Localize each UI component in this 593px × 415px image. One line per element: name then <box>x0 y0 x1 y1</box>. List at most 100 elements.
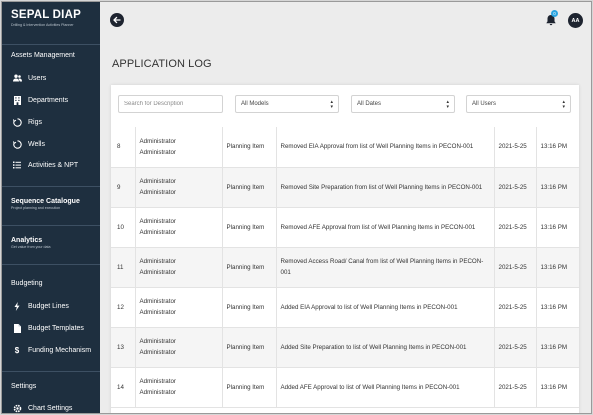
page-title: APPLICATION LOG <box>112 58 212 70</box>
sidebar-item-sequence-catalogue[interactable]: Sequence Catalogue Project planning and … <box>2 198 100 210</box>
table-row[interactable]: 10 Administrator Administrator Planning I… <box>111 207 579 247</box>
row-user: Administrator Administrator <box>135 167 223 207</box>
row-user-line: Administrator <box>139 148 176 156</box>
sidebar-divider <box>2 186 100 187</box>
log-card: All Models ▴▾ All Dates ▴▾ All Users ▴▾ <box>111 85 579 413</box>
row-user-line: Administrator <box>139 298 176 305</box>
row-time: 13:16 PM <box>540 183 567 191</box>
file-icon <box>12 323 22 333</box>
search-field[interactable] <box>118 95 223 113</box>
sidebar-item-budget-lines[interactable]: Budget Lines <box>2 299 100 313</box>
row-user: Administrator Administrator <box>135 127 223 167</box>
sequence-title: Sequence Catalogue <box>11 198 80 205</box>
analytics-subtitle: Get value from your data <box>11 245 51 249</box>
app-subtitle: Drilling & Intervention Activities Plann… <box>11 23 74 27</box>
app-window: SEPAL DIAP Drilling & Intervention Activ… <box>1 1 592 414</box>
sidebar-item-label: Users <box>28 74 47 82</box>
assets-section-title: Assets Management <box>11 52 75 59</box>
sidebar-divider <box>2 371 100 372</box>
row-id: 9 <box>111 167 136 207</box>
log-table-container[interactable]: 8 Administrator Administrator Planning It… <box>111 127 579 413</box>
row-id: 10 <box>111 207 136 247</box>
sidebar-item-users[interactable]: Users <box>2 71 100 85</box>
users-icon <box>12 73 22 83</box>
analytics-title: Analytics <box>11 237 43 244</box>
log-table: 8 Administrator Administrator Planning It… <box>111 127 579 408</box>
table-row[interactable]: 11 Administrator Administrator Planning I… <box>111 247 579 287</box>
row-description: Removed AFE Approval from list of Well P… <box>276 207 495 247</box>
row-description: Removed EIA Approval from list of Well P… <box>276 127 495 167</box>
row-date: 2021-5-25 <box>494 127 537 167</box>
row-user: Administrator Administrator <box>135 207 223 247</box>
sidebar-divider <box>2 264 100 265</box>
models-select[interactable]: All Models ▴ ▾ <box>235 95 339 113</box>
row-user-line: Administrator <box>139 269 176 276</box>
row-date: 2021-5-25 <box>494 327 537 367</box>
row-description: Added Site Preparation to list of Well P… <box>276 327 495 367</box>
table-row[interactable]: 8 Administrator Administrator Planning It… <box>111 127 579 167</box>
sidebar-item-activities-npt[interactable]: Activities & NPT <box>2 158 100 172</box>
row-type: Planning Item <box>222 127 277 167</box>
building-icon <box>12 95 22 105</box>
filter-bar: All Models ▴▾ All Dates ▴▾ All Users ▴▾ <box>111 85 579 125</box>
row-description: Added EIA Approval to list of Well Plann… <box>276 287 495 327</box>
sidebar-item-label: Rigs <box>28 118 43 126</box>
sidebar: SEPAL DIAP Drilling & Intervention Activ… <box>2 2 100 413</box>
sidebar-item-label: Chart Settings <box>28 404 73 412</box>
sidebar-item-label: Departments <box>28 96 69 104</box>
row-user: Administrator Administrator <box>135 247 223 287</box>
brand[interactable]: SEPAL DIAP Drilling & Intervention Activ… <box>2 2 100 45</box>
rig-icon <box>12 117 22 127</box>
table-row[interactable]: 9 Administrator Administrator Planning It… <box>111 167 579 207</box>
back-button[interactable] <box>110 13 124 27</box>
row-time: 13:16 PM <box>540 223 567 231</box>
settings-section-title: Settings <box>11 383 37 390</box>
sidebar-item-label: Budget Lines <box>28 302 69 310</box>
sort-caret-icon: ▴ ▾ <box>446 99 449 110</box>
row-type: Planning Item <box>222 247 277 287</box>
main-content: 0 AA APPLICATION LOG All Models ▴▾ All D… <box>100 2 591 413</box>
models-select-value: All Models <box>241 101 269 107</box>
sidebar-item-analytics[interactable]: Analytics Get value from your data <box>2 237 100 249</box>
sidebar-item-funding-mechanism[interactable]: $ Funding Mechanism <box>2 343 100 357</box>
well-icon <box>12 139 22 149</box>
row-time: 13:16 PM <box>540 263 567 271</box>
search-input[interactable] <box>124 101 222 107</box>
row-user-line: Administrator <box>139 389 176 396</box>
row-user: Administrator Administrator <box>135 367 223 407</box>
row-time: 13:16 PM <box>540 343 567 351</box>
bolt-icon <box>12 301 22 311</box>
app-title: SEPAL DIAP <box>11 9 81 21</box>
sidebar-item-chart-settings[interactable]: Chart Settings <box>2 401 100 413</box>
table-row[interactable]: 13 Administrator Administrator Planning I… <box>111 327 579 367</box>
gear-icon <box>12 403 22 413</box>
sidebar-item-wells[interactable]: Wells <box>2 137 100 151</box>
notification-badge: 0 <box>551 10 558 17</box>
row-user-line: Administrator <box>139 218 176 225</box>
table-row[interactable]: 14 Administrator Administrator Planning I… <box>111 367 579 407</box>
sidebar-item-rigs[interactable]: Rigs <box>2 115 100 129</box>
row-date: 2021-5-25 <box>494 167 537 207</box>
row-user-line: Administrator <box>139 258 176 265</box>
avatar[interactable]: AA <box>568 13 583 28</box>
users-select-value: All Users <box>472 101 497 107</box>
sidebar-item-label: Budget Templates <box>28 324 84 332</box>
row-date: 2021-5-25 <box>494 367 537 407</box>
row-user-line: Administrator <box>139 338 176 345</box>
row-time: 13:16 PM <box>540 383 567 391</box>
sidebar-item-label: Funding Mechanism <box>28 346 92 354</box>
sidebar-item-departments[interactable]: Departments <box>2 93 100 107</box>
sidebar-item-budget-templates[interactable]: Budget Templates <box>2 321 100 335</box>
row-id: 13 <box>111 327 136 367</box>
dates-select[interactable]: All Dates ▴ ▾ <box>351 95 455 113</box>
row-id: 8 <box>111 127 136 167</box>
row-description: Added AFE Approval to list of Well Plann… <box>276 367 495 407</box>
dollar-icon: $ <box>14 345 20 355</box>
row-time: 13:16 PM <box>540 143 567 151</box>
sort-caret-icon: ▴ ▾ <box>562 99 565 110</box>
row-type: Planning Item <box>222 367 277 407</box>
table-row[interactable]: 12 Administrator Administrator Planning I… <box>111 287 579 327</box>
users-select[interactable]: All Users ▴ ▾ <box>466 95 571 113</box>
row-date: 2021-5-25 <box>494 247 537 287</box>
row-type: Planning Item <box>222 207 277 247</box>
